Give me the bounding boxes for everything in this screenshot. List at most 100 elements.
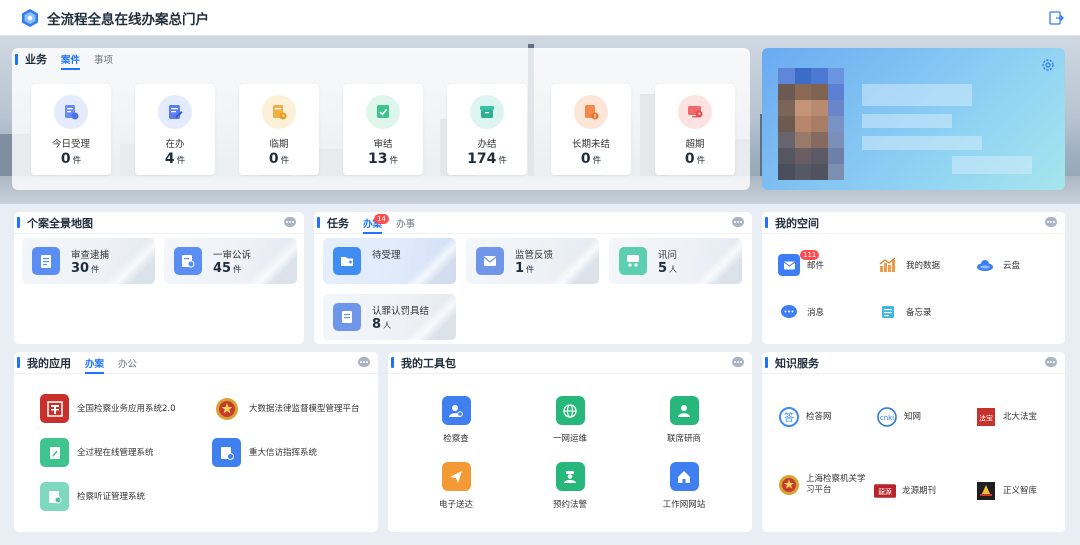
archive-box-icon xyxy=(470,95,504,129)
tab-matters[interactable]: 事项 xyxy=(94,52,113,66)
kn-item-cnki[interactable]: cnki 知网 xyxy=(876,406,921,428)
task-guilty-plea[interactable]: 认罪认罚具结 8人 xyxy=(323,294,456,340)
item-label: 一网运维 xyxy=(552,434,587,444)
logout-icon[interactable] xyxy=(1048,10,1064,26)
more-icon[interactable] xyxy=(1045,357,1057,367)
stat-value: 4件 xyxy=(164,151,186,167)
stat-label: 超期 xyxy=(685,139,705,150)
item-label: 联席研商 xyxy=(666,434,701,444)
stat-closed[interactable]: 办结 174 件 xyxy=(447,84,527,175)
stat-value: 0件 xyxy=(60,151,82,167)
case-map-header: 个案全景地图 xyxy=(14,212,304,234)
tool-book-bailiff[interactable]: 预约法警 xyxy=(530,462,610,510)
doc-edit-icon xyxy=(40,438,69,467)
item-value: 45 件 xyxy=(213,261,242,276)
item-label: 监管反馈 xyxy=(515,250,554,261)
stat-in-progress[interactable]: 在办 4件 xyxy=(135,84,215,175)
stat-near-deadline[interactable]: 临期 0件 xyxy=(239,84,319,175)
space-item-cloud-drive[interactable]: 云盘 xyxy=(974,254,1020,276)
item-value: 5人 xyxy=(658,261,678,276)
document-icon xyxy=(333,303,361,331)
space-item-my-data[interactable]: 我的数据 xyxy=(877,254,940,276)
toolkit-panel: 我的工具包 检察查 一网运维 联席研商 电子送达 预约法警 工作网网站 xyxy=(388,352,752,532)
app-petition-command[interactable]: 重大信访指挥系统 xyxy=(212,438,362,467)
stat-label: 今日受理 xyxy=(51,139,90,150)
stat-value: 174 件 xyxy=(467,151,507,167)
kn-item-longyuan[interactable]: 龍源 龙源期刊 xyxy=(874,480,936,502)
my-apps-title: 我的应用 xyxy=(27,356,71,370)
space-item-memo[interactable]: 备忘录 xyxy=(877,301,932,323)
chat-bubble-icon xyxy=(778,301,800,323)
stat-today-accepted[interactable]: 今日受理 0件 xyxy=(31,84,111,175)
pkulaw-logo-icon: 法宝 xyxy=(975,406,997,428)
tool-electronic-delivery[interactable]: 电子送达 xyxy=(416,462,496,510)
item-label: 全过程在线管理系统 xyxy=(77,447,154,458)
business-title: 业务 xyxy=(25,53,47,66)
tasks-header: 任务 办案 14 办事 xyxy=(314,212,752,234)
item-label: 我的数据 xyxy=(906,261,941,271)
space-item-messages[interactable]: 消息 xyxy=(778,301,824,323)
doc-user-icon xyxy=(40,482,69,511)
stat-label: 临期 xyxy=(269,139,289,150)
cloud-drive-icon xyxy=(974,254,996,276)
tool-procuratorial-check[interactable]: 检察查 xyxy=(416,396,496,444)
case-map-item-prosecution[interactable]: 一审公诉 45 件 xyxy=(164,238,297,284)
task-pending-accept[interactable]: 待受理 xyxy=(323,238,456,284)
more-icon[interactable] xyxy=(732,357,744,367)
tool-network-ops[interactable]: 一网运维 xyxy=(530,396,610,444)
tool-intranet-site[interactable]: 工作网网站 xyxy=(644,462,724,510)
tab-affairs[interactable]: 办事 xyxy=(396,216,415,230)
kn-item-pkulaw[interactable]: 法宝 北大法宝 xyxy=(975,406,1037,428)
item-label: 全国检察业务应用系统2.0 xyxy=(77,403,176,414)
item-label: 认罪认罚具结 xyxy=(372,306,430,317)
kn-item-shanghai-learning[interactable]: 上海检察机关学习平台 xyxy=(778,474,868,496)
item-value: 8人 xyxy=(372,317,392,332)
kn-item-jiandawang[interactable]: 答 检答网 xyxy=(778,406,832,428)
case-map-panel: 个案全景地图 审查逮捕 30 件 一审公诉 45 件 xyxy=(14,212,304,344)
justice-logo-icon xyxy=(975,480,997,502)
item-label: 消息 xyxy=(807,308,825,318)
folder-add-icon xyxy=(333,247,361,275)
more-icon[interactable] xyxy=(1045,217,1057,227)
stat-long-pending[interactable]: 长期未结 0件 xyxy=(551,84,631,175)
business-header: 业务 案件 事项 xyxy=(12,48,113,70)
item-label: 重大信访指挥系统 xyxy=(249,447,318,458)
svg-text:法宝: 法宝 xyxy=(979,414,993,423)
paper-plane-icon xyxy=(441,462,471,491)
doc-search-icon xyxy=(174,247,202,275)
case-map-item-arrest[interactable]: 审查逮捕 30 件 xyxy=(22,238,155,284)
stat-overdue[interactable]: 超期 0件 xyxy=(655,84,735,175)
space-item-mail[interactable]: 111 邮件 xyxy=(778,250,825,276)
doc-settings-icon xyxy=(212,438,241,467)
app-national-procuratorate-system[interactable]: 全国检察业务应用系统2.0 xyxy=(40,394,200,423)
stat-value: 0件 xyxy=(684,151,706,167)
app-hearing-management[interactable]: 检察听证管理系统 xyxy=(40,482,200,511)
more-icon[interactable] xyxy=(284,217,296,227)
item-label: 大数据法律监督模型管理平台 xyxy=(249,403,360,414)
more-icon[interactable] xyxy=(358,357,370,367)
stat-label: 长期未结 xyxy=(571,139,610,150)
gear-icon[interactable] xyxy=(1041,58,1055,72)
stat-concluded[interactable]: 审结 13 件 xyxy=(343,84,423,175)
mail-badge: 111 xyxy=(800,250,820,260)
knowledge-title: 知识服务 xyxy=(775,356,819,370)
task-supervision-feedback[interactable]: 监管反馈 1件 xyxy=(466,238,599,284)
item-label: 待受理 xyxy=(372,250,401,261)
app-big-data-platform[interactable]: 大数据法律监督模型管理平台 xyxy=(212,394,362,423)
more-icon[interactable] xyxy=(732,217,744,227)
app-title: 全流程全息在线办案总门户 xyxy=(47,11,209,28)
task-interrogation[interactable]: 讯问 5人 xyxy=(609,238,742,284)
tool-joint-consultation[interactable]: 联席研商 xyxy=(644,396,724,444)
kn-item-justice-think-tank[interactable]: 正义智库 xyxy=(975,480,1037,502)
tab-office-apps[interactable]: 办公 xyxy=(118,356,137,370)
my-space-title: 我的空间 xyxy=(775,216,819,230)
stat-label: 审结 xyxy=(373,139,393,150)
tab-case-apps[interactable]: 办案 xyxy=(85,356,105,374)
stat-label: 在办 xyxy=(165,139,185,150)
toolkit-header: 我的工具包 xyxy=(388,352,752,374)
app-full-process-management[interactable]: 全过程在线管理系统 xyxy=(40,438,200,467)
item-label: 邮件 xyxy=(807,261,825,271)
tab-cases[interactable]: 案件 xyxy=(61,52,81,70)
user-profile-card xyxy=(762,48,1065,190)
memo-icon xyxy=(877,301,899,323)
